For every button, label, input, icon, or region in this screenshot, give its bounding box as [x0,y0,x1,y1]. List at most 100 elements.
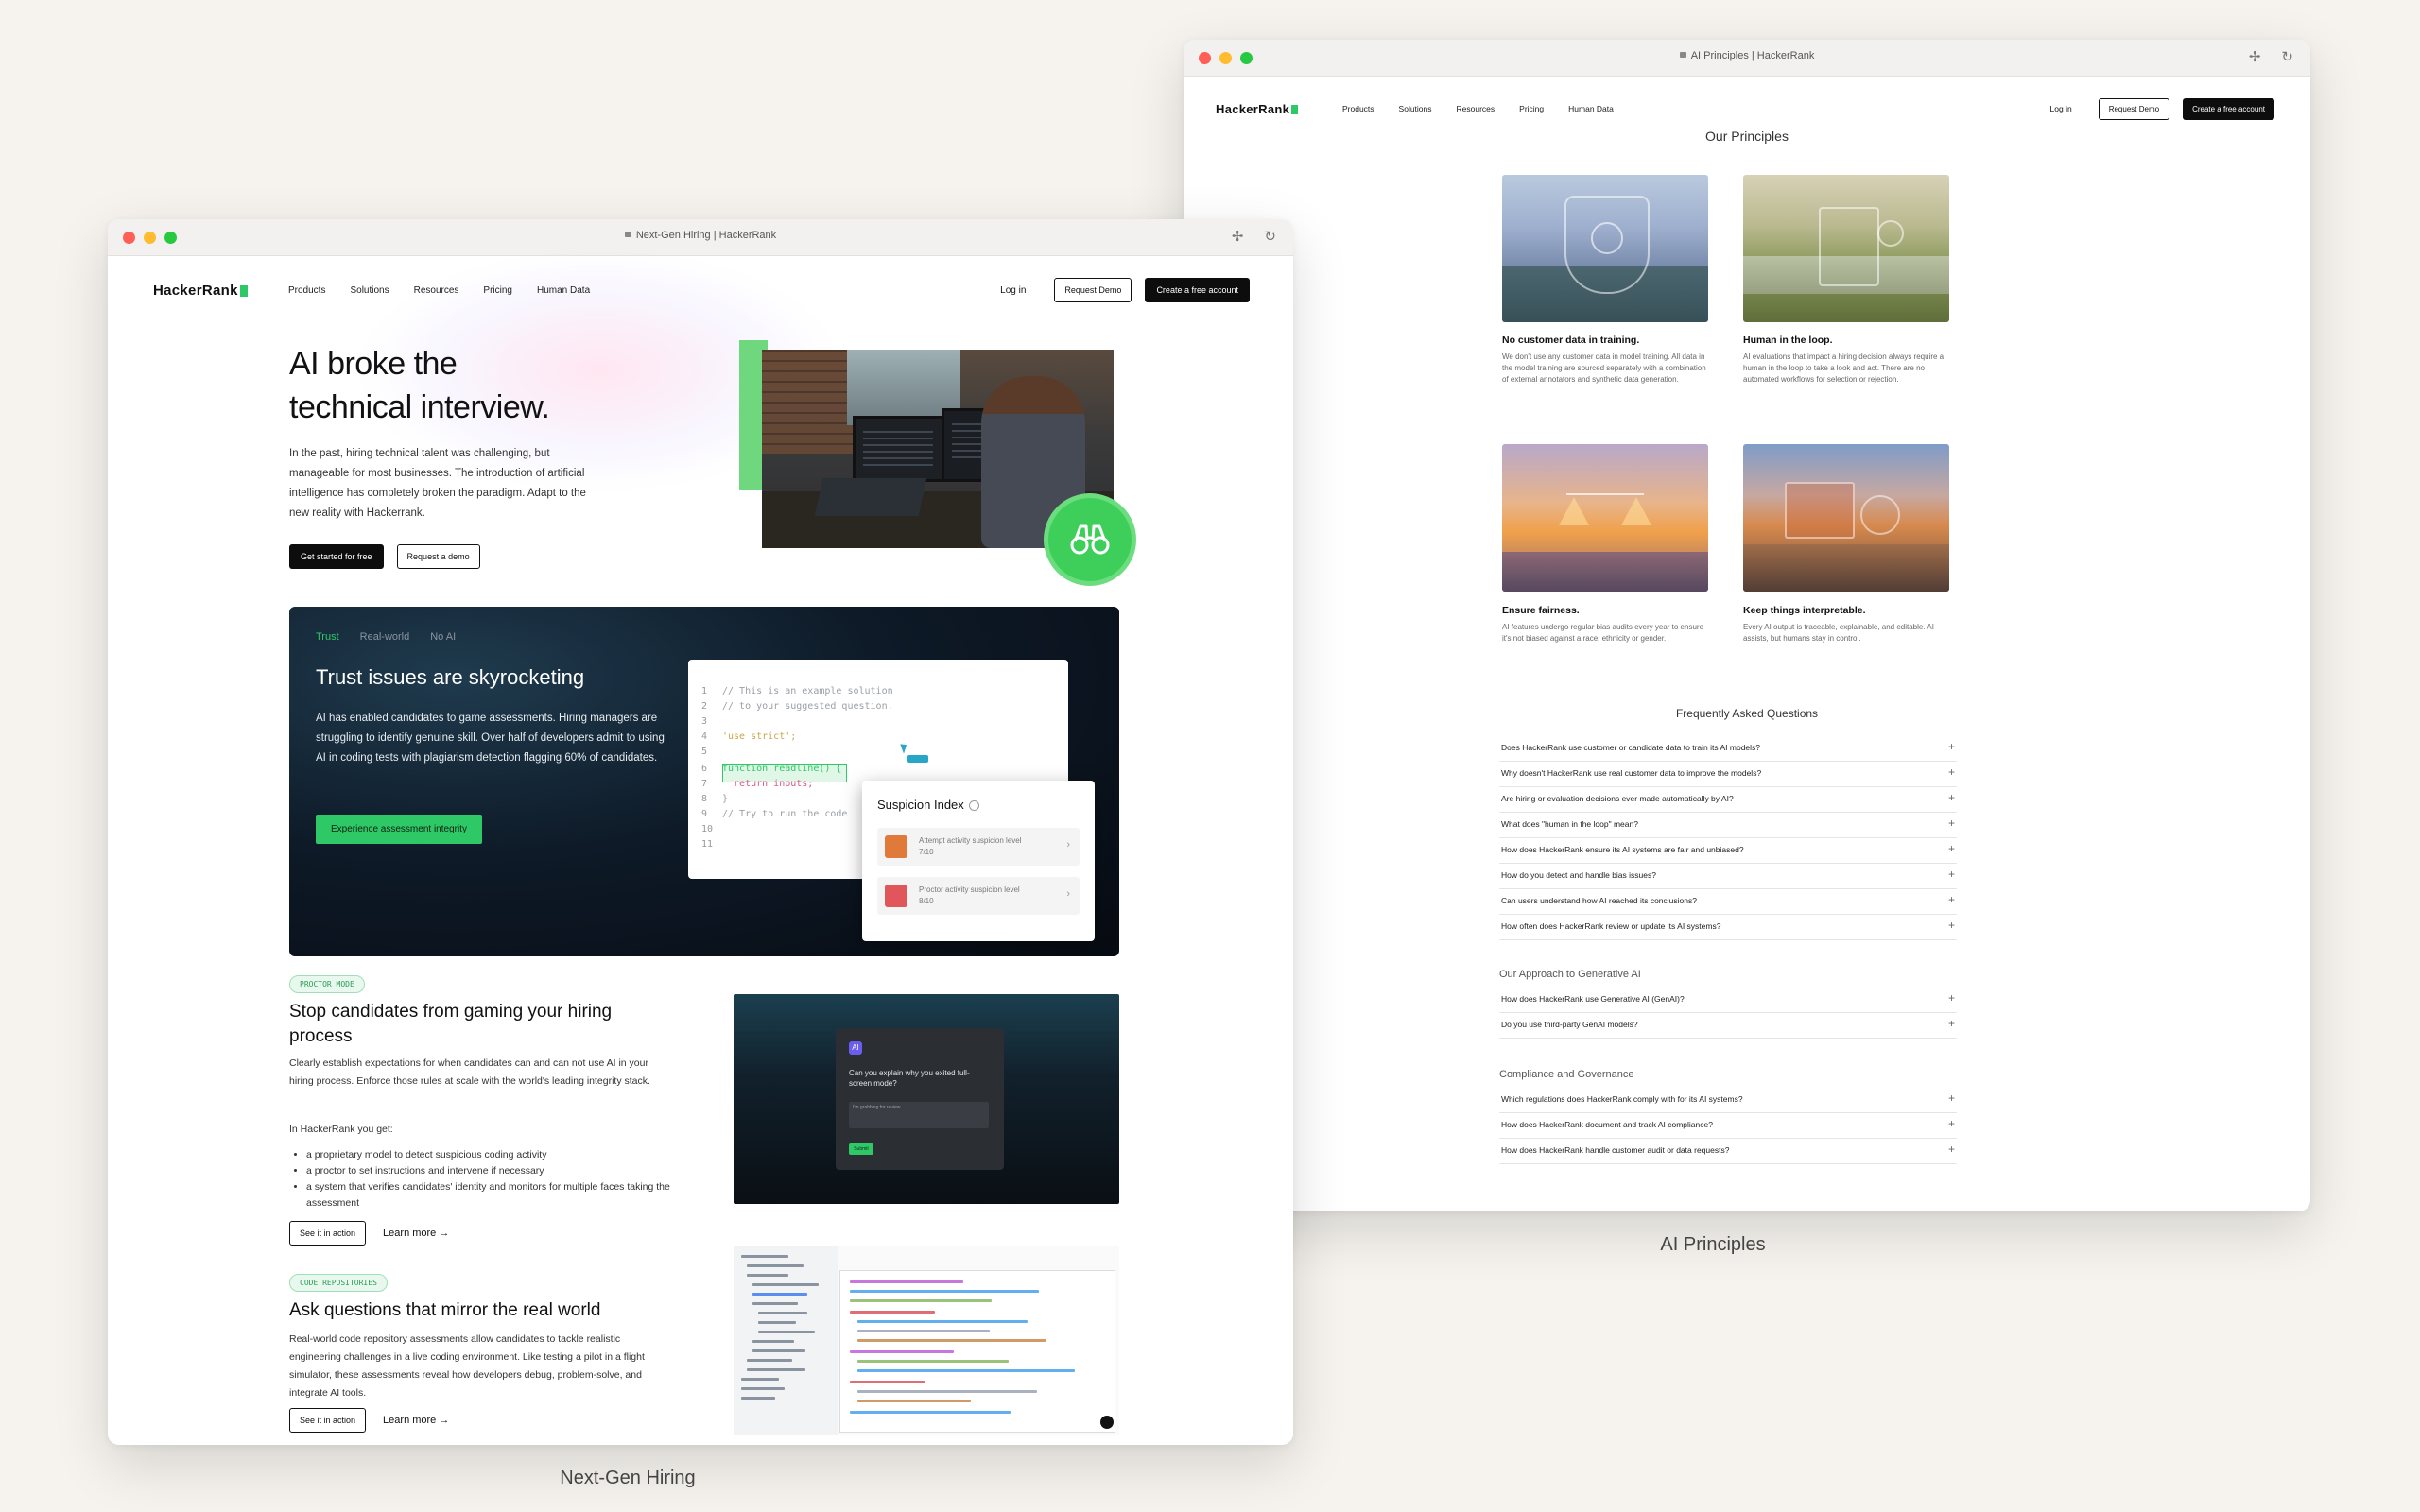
faq-item[interactable]: How does HackerRank handle customer audi… [1499,1138,1957,1164]
request-demo-button[interactable]: Request Demo [1054,278,1132,302]
nav-pricing[interactable]: Pricing [1519,104,1544,113]
faq-item[interactable]: How does HackerRank use Generative AI (G… [1499,987,1957,1013]
arrow-right-icon: → [439,1228,450,1239]
principle-title-4: Keep things interpretable. [1743,605,1866,616]
nav-resources[interactable]: Resources [1457,104,1495,113]
experience-integrity-button[interactable]: Experience assessment integrity [316,815,482,844]
plus-icon[interactable]: + [1948,816,1955,830]
plus-icon[interactable]: + [1948,791,1955,804]
plus-icon[interactable]: + [1948,868,1955,881]
cursor-icon [900,742,909,754]
proctor-question: Can you explain why you exited full-scre… [849,1069,970,1088]
code-repo-section-description: Real-world code repository assessments a… [289,1333,645,1399]
code-line: 4'use strict'; [701,731,797,742]
plus-icon[interactable]: + [1948,765,1955,779]
nav-solutions[interactable]: Solutions [350,285,389,296]
suspicion-label: Attempt activity suspicion level 7/10 [919,836,1022,856]
reload-icon[interactable]: ↻ [1264,228,1276,245]
faq-item[interactable]: Do you use third-party GenAI models? + [1499,1012,1957,1039]
plus-icon[interactable]: + [1948,1143,1955,1156]
nav-links: Products Solutions Resources Pricing Hum… [1342,104,1614,113]
faq-item[interactable]: What does "human in the loop" mean? + [1499,812,1957,838]
window-frame-icon [1785,482,1855,539]
faq-item[interactable]: How do you detect and handle bias issues… [1499,863,1957,889]
trust-title: Trust issues are skyrocketing [316,665,585,689]
plus-icon[interactable]: + [1948,991,1955,1005]
lock-circle-icon [1591,222,1623,254]
reload-icon[interactable]: ↻ [2281,48,2293,65]
learn-more-link[interactable]: Learn more → [383,1228,449,1239]
hackerrank-logo[interactable]: HackerRank [153,283,248,299]
site-nav: HackerRank Products Solutions Resources … [108,271,1293,309]
faq-question: What does "human in the loop" mean? [1501,819,1638,829]
faq-question: How does HackerRank document and track A… [1501,1120,1713,1129]
nav-products[interactable]: Products [1342,104,1374,113]
faq-question: Which regulations does HackerRank comply… [1501,1094,1743,1104]
faq-question: How does HackerRank handle customer audi… [1501,1145,1730,1155]
list-item: a system that verifies candidates' ident… [306,1179,684,1211]
nav-solutions[interactable]: Solutions [1399,104,1432,113]
faq-item[interactable]: How does HackerRank document and track A… [1499,1112,1957,1139]
code-repo-actions: See it in action Learn more → [289,1408,449,1433]
address-bar[interactable]: AI Principles | HackerRank [1184,50,2310,61]
logo-text: HackerRank [153,282,238,299]
create-account-button[interactable]: Create a free account [2183,97,2274,120]
principle-title-1: No customer data in training. [1502,335,1640,346]
plus-icon[interactable]: + [1948,740,1955,753]
code-repository-ide-screenshot [734,1246,1119,1435]
faq-item[interactable]: Can users understand how AI reached its … [1499,888,1957,915]
faq-question: Does HackerRank use customer or candidat… [1501,743,1761,752]
browser-actions: ✢ ↻ [1232,228,1276,245]
code-editor [839,1270,1115,1433]
faq-item[interactable]: How does HackerRank ensure its AI system… [1499,837,1957,864]
see-in-action-button[interactable]: See it in action [289,1408,367,1433]
proctor-submit-button[interactable]: Submit [849,1143,873,1155]
proctor-answer-input[interactable]: I'm grabbing for review [849,1102,989,1128]
run-button-icon[interactable] [1100,1416,1114,1429]
address-bar[interactable]: Next-Gen Hiring | HackerRank [108,230,1293,241]
suspicion-row[interactable]: Proctor activity suspicion level 8/10 › [877,877,1080,915]
suspicion-title: Suspicion Index [877,798,979,812]
request-demo-button[interactable]: Request Demo [2098,97,2170,120]
faq-item[interactable]: Does HackerRank use customer or candidat… [1499,735,1957,762]
address-text: AI Principles | HackerRank [1690,50,1815,61]
nav-human-data[interactable]: Human Data [1568,104,1614,113]
request-a-demo-button[interactable]: Request a demo [396,544,480,569]
plus-icon[interactable]: + [1948,919,1955,932]
plus-icon[interactable]: + [1948,1117,1955,1130]
tab-no-ai[interactable]: No AI [430,631,456,643]
share-icon[interactable]: ✢ [1232,228,1244,245]
address-text: Next-Gen Hiring | HackerRank [635,230,777,241]
nav-products[interactable]: Products [288,285,325,296]
browser-actions: ✢ ↻ [2249,48,2293,65]
create-account-button[interactable]: Create a free account [1145,278,1250,302]
info-icon[interactable] [968,800,979,812]
share-icon[interactable]: ✢ [2249,48,2261,65]
plus-icon[interactable]: + [1948,1017,1955,1030]
compliance-heading: Compliance and Governance [1499,1069,1634,1080]
get-started-button[interactable]: Get started for free [289,544,384,569]
plus-icon[interactable]: + [1948,1091,1955,1105]
trust-description: AI has enabled candidates to game assess… [316,713,665,764]
nav-human-data[interactable]: Human Data [537,285,590,296]
tab-trust[interactable]: Trust [316,631,339,643]
nav-pricing[interactable]: Pricing [483,285,512,296]
tab-real-world[interactable]: Real-world [360,631,410,643]
see-in-action-button[interactable]: See it in action [289,1221,367,1246]
login-link[interactable]: Log in [1000,285,1026,296]
faq-item[interactable]: Which regulations does HackerRank comply… [1499,1087,1957,1113]
faq-item[interactable]: Why doesn't HackerRank use real customer… [1499,761,1957,787]
nav-resources[interactable]: Resources [414,285,459,296]
learn-more-link[interactable]: Learn more → [383,1415,449,1426]
faq-item[interactable]: Are hiring or evaluation decisions ever … [1499,786,1957,813]
login-link[interactable]: Log in [2050,104,2072,113]
hero-title-line-1: AI broke the [289,346,458,382]
suspicion-row[interactable]: Attempt activity suspicion level 7/10 › [877,828,1080,866]
proctor-section-title: Stop candidates from gaming your hiring … [289,1002,613,1046]
faq-item[interactable]: How often does HackerRank review or upda… [1499,914,1957,940]
faq-heading: Frequently Asked Questions [1675,707,1819,720]
plus-icon[interactable]: + [1948,842,1955,855]
hackerrank-logo[interactable]: HackerRank [1216,102,1299,116]
trust-panel: Trust Real-world No AI Trust issues are … [289,607,1119,956]
plus-icon[interactable]: + [1948,893,1955,906]
